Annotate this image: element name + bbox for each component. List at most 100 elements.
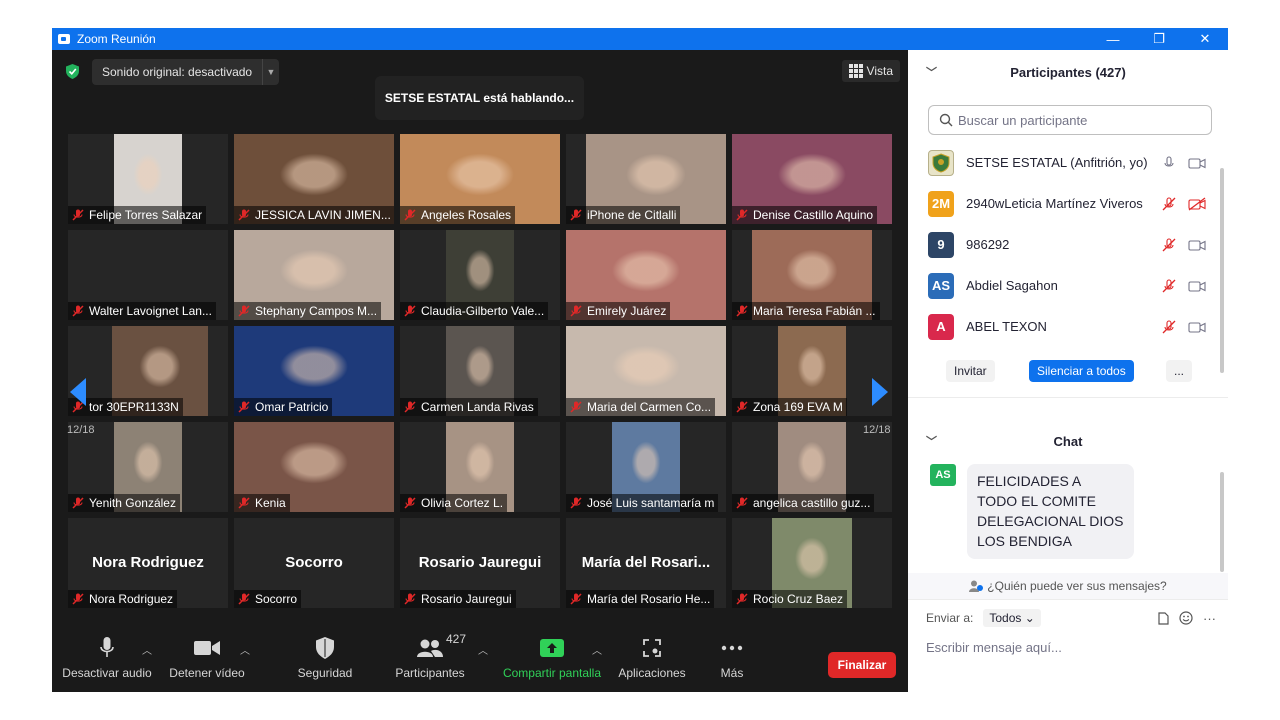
video-camera-icon[interactable] [1188, 156, 1206, 170]
participant-name-label: Carmen Landa Rivas [400, 398, 538, 416]
participant-name-label: Emirely Juárez [566, 302, 671, 320]
page-indicator-right: 12/18 [863, 424, 891, 436]
previous-page-arrow-icon[interactable] [70, 378, 86, 406]
participants-icon: 427 [388, 632, 472, 660]
video-camera-icon[interactable] [1188, 196, 1206, 211]
file-icon[interactable] [1158, 611, 1169, 625]
muted-mic-icon[interactable] [1162, 237, 1176, 252]
participant-video-tile[interactable]: Socorro Socorro [234, 518, 394, 608]
participant-display-name: María del Rosari... [581, 554, 711, 571]
participant-video-tile[interactable]: Carmen Landa Rivas [400, 326, 560, 416]
participant-name-text: Maria del Carmen Co... [587, 400, 712, 414]
stop-video-button[interactable]: Detener vídeo [164, 636, 250, 680]
participant-name-label: Denise Castillo Aquino [732, 206, 878, 224]
original-sound-toggle[interactable]: Sonido original: desactivado ▼ [92, 59, 279, 85]
emoji-icon[interactable] [1179, 611, 1193, 625]
muted-mic-icon [570, 593, 582, 605]
video-camera-icon[interactable] [1188, 279, 1206, 293]
video-camera-icon[interactable] [1188, 320, 1206, 334]
chat-scrollbar[interactable] [1220, 472, 1224, 572]
collapse-chevron-icon[interactable]: ﹀ [926, 64, 937, 80]
participant-name-label: Omar Patricio [234, 398, 333, 416]
participant-row[interactable]: SETSE ESTATAL (Anfitrión, yo) [908, 142, 1228, 183]
more-button[interactable]: Más [708, 636, 756, 680]
participant-name-text: Rocio Cruz Baez [753, 592, 844, 606]
participants-button[interactable]: 427 Participantes [388, 632, 472, 680]
close-button[interactable]: ✕ [1182, 31, 1228, 47]
chat-message-input[interactable] [926, 640, 1216, 655]
participant-search[interactable] [928, 105, 1212, 135]
participant-row[interactable]: AS Abdiel Sagahon [908, 265, 1228, 306]
more-label: Más [720, 666, 744, 680]
participant-video-tile[interactable]: Angeles Rosales [400, 134, 560, 224]
participant-video-tile[interactable]: Emirely Juárez [566, 230, 726, 320]
participant-video-tile[interactable]: Stephany Campos M... [234, 230, 394, 320]
participant-video-tile[interactable]: Rocio Cruz Baez [732, 518, 892, 608]
participant-name-text: Claudia-Gilberto Vale... [421, 304, 545, 318]
participant-video-tile[interactable]: Zona 169 EVA M [732, 326, 892, 416]
mute-button[interactable]: Desactivar audio [62, 636, 152, 680]
restore-button[interactable]: ❐ [1136, 31, 1182, 47]
participant-row[interactable]: 2M 2940wLeticia Martínez Viveros [908, 183, 1228, 224]
participant-video-tile[interactable]: Nora Rodriguez Nora Rodriguez [68, 518, 228, 608]
union-logo-icon [932, 152, 950, 173]
participant-name-label: Stephany Campos M... [234, 302, 382, 320]
participant-video-tile[interactable]: JESSICA LAVIN JIMEN... [234, 134, 394, 224]
chat-collapse-chevron-icon[interactable]: ﹀ [926, 433, 937, 449]
participant-video-tile[interactable]: iPhone de Citlalli [566, 134, 726, 224]
mute-all-button[interactable]: Silenciar a todos [1029, 360, 1134, 382]
participant-video-tile[interactable]: Felipe Torres Salazar [68, 134, 228, 224]
participant-video-tile[interactable]: Olivia Cortez L. [400, 422, 560, 512]
participant-video-tile[interactable]: José Luis santamaría m [566, 422, 726, 512]
invite-button[interactable]: Invitar [946, 360, 995, 382]
share-screen-button[interactable]: Compartir pantalla [500, 636, 604, 680]
end-meeting-button[interactable]: Finalizar [828, 652, 896, 678]
chat-more-icon[interactable]: ··· [1203, 611, 1216, 626]
send-to-label: Enviar a: [926, 611, 974, 625]
participant-video-tile[interactable]: Omar Patricio [234, 326, 394, 416]
who-can-see-link[interactable]: ¿Quién puede ver sus mensajes? [908, 573, 1228, 599]
security-shield-icon[interactable] [66, 64, 79, 79]
video-camera-icon[interactable] [1188, 238, 1206, 252]
muted-mic-icon [238, 593, 250, 605]
chevron-down-icon[interactable]: ▼ [262, 59, 279, 85]
security-button[interactable]: Seguridad [286, 636, 364, 680]
participant-row[interactable]: 9 986292 [908, 224, 1228, 265]
muted-mic-icon[interactable] [1162, 278, 1176, 293]
audio-options-caret-icon[interactable]: ︿ [142, 642, 152, 657]
participants-title: Participantes (427) [1010, 64, 1126, 80]
minimize-button[interactable]: — [1090, 32, 1136, 47]
muted-mic-icon [404, 305, 416, 317]
participant-video-tile[interactable]: Denise Castillo Aquino [732, 134, 892, 224]
participant-search-input[interactable] [958, 112, 1211, 128]
muted-mic-icon[interactable] [1162, 196, 1176, 211]
muted-mic-icon [238, 401, 250, 413]
muted-mic-icon[interactable] [1162, 319, 1176, 334]
participant-row[interactable]: A ABEL TEXON [908, 306, 1228, 347]
participants-options-caret-icon[interactable]: ︿ [478, 642, 488, 657]
participant-video-tile[interactable]: Rosario Jauregui Rosario Jauregui [400, 518, 560, 608]
microphone-icon[interactable] [1162, 155, 1176, 170]
participant-list: SETSE ESTATAL (Anfitrión, yo) 2M 2940wLeti… [908, 142, 1228, 347]
participant-name-text: Socorro [255, 592, 298, 606]
participant-video-tile[interactable]: Maria del Carmen Co... [566, 326, 726, 416]
send-to-select[interactable]: Todos ⌄ [983, 609, 1041, 627]
participant-video-tile[interactable]: Claudia-Gilberto Vale... [400, 230, 560, 320]
participant-video-tile[interactable]: María del Rosari... María del Rosario He.… [566, 518, 726, 608]
next-page-arrow-icon[interactable] [872, 378, 888, 406]
participants-header: ﹀ Participantes (427) [908, 50, 1228, 94]
video-options-caret-icon[interactable]: ︿ [240, 642, 250, 657]
participant-video-tile[interactable]: Maria Teresa Fabián ... [732, 230, 892, 320]
share-options-caret-icon[interactable]: ︿ [592, 642, 602, 657]
apps-button[interactable]: Aplicaciones [612, 636, 692, 680]
participant-name-text: Angeles Rosales [421, 208, 512, 222]
view-button[interactable]: Vista [841, 60, 900, 82]
participant-video-tile[interactable]: Walter Lavoignet Lan... [68, 230, 228, 320]
window-title: Zoom Reunión [77, 32, 156, 46]
participant-name-label: Maria Teresa Fabián ... [732, 302, 880, 320]
participant-video-tile[interactable]: Kenia [234, 422, 394, 512]
participant-scrollbar[interactable] [1220, 168, 1224, 373]
more-options-button[interactable]: ... [1166, 360, 1193, 382]
participant-video-tile[interactable]: tor 30EPR1133N [68, 326, 228, 416]
muted-mic-icon [404, 209, 416, 221]
